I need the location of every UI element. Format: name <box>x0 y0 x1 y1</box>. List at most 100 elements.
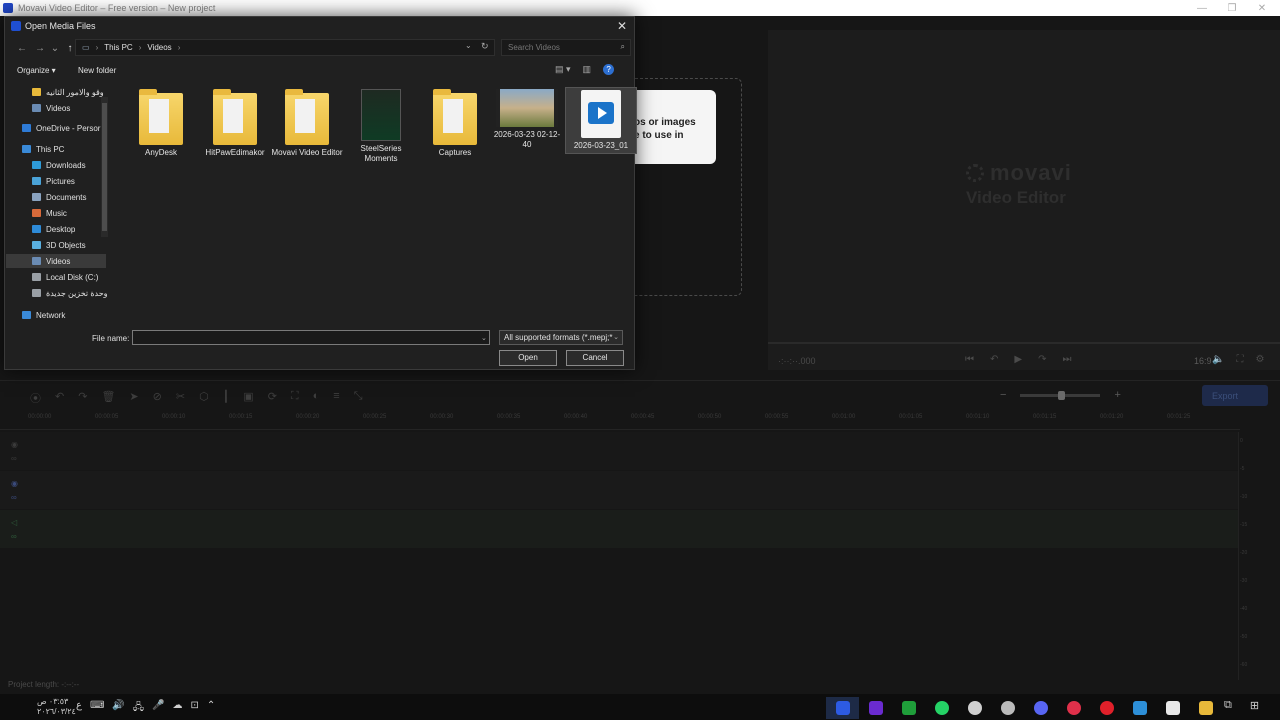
nav-item-videos[interactable]: Videos <box>6 254 106 268</box>
file-item[interactable]: 2026-03-23_01 <box>565 87 637 154</box>
taskbar-app-speed[interactable] <box>991 697 1024 719</box>
nav-item-local-disk-c[interactable]: Local Disk (C:) <box>6 270 98 284</box>
help-button[interactable]: ? <box>603 64 615 75</box>
zoom-slider[interactable] <box>1020 390 1101 400</box>
back-button[interactable]: ← <box>13 43 31 54</box>
taskbar-app-mail[interactable] <box>1123 697 1156 719</box>
play-button[interactable]: ▶ <box>1014 354 1022 365</box>
taskbar-app-opera-gx[interactable] <box>1057 697 1090 719</box>
address-dropdown-icon[interactable]: ⌄ <box>465 41 472 50</box>
breadcrumb-videos[interactable]: Videos <box>147 43 171 52</box>
taskbar-app-xbox[interactable] <box>892 697 925 719</box>
zoom-slider-handle[interactable] <box>1058 390 1066 400</box>
cloud-icon[interactable]: ☁ <box>172 700 182 717</box>
dialog-close-button[interactable]: ✕ <box>614 18 630 34</box>
link-icon[interactable]: ∞ <box>11 532 17 541</box>
blade-icon[interactable]: ⊘ <box>153 390 162 406</box>
clock[interactable]: ٠٣:٥٣ ص ٢٠٢٦/٠٣/٢٤ <box>37 697 76 717</box>
cancel-button[interactable]: Cancel <box>566 350 624 366</box>
preview-scrubber[interactable] <box>768 342 1280 344</box>
microphone-icon[interactable]: 🎤 <box>152 700 164 717</box>
file-name-dropdown-icon[interactable]: ⌄ <box>481 334 487 342</box>
split-icon[interactable]: ┃ <box>223 390 230 406</box>
color-icon[interactable]: ◐ <box>313 390 320 406</box>
file-item[interactable]: HitPawEdimakor <box>199 89 271 158</box>
address-bar[interactable]: ▭ › This PC › Videos › <box>75 39 495 56</box>
network-tray-icon[interactable]: 🖧 <box>133 700 144 717</box>
nav-item-this-pc[interactable]: This PC <box>6 142 64 156</box>
link-icon[interactable]: ∞ <box>11 493 17 502</box>
import-card[interactable]: os or images e to use in <box>630 90 716 164</box>
preview-pane-icon[interactable]: ▥ <box>583 64 592 75</box>
pointer-icon[interactable]: ➤ <box>129 390 138 406</box>
trash-icon[interactable]: 🗑 <box>101 390 115 406</box>
mask-icon[interactable]: ⬡ <box>199 390 209 406</box>
nav-item-music[interactable]: Music <box>6 206 67 220</box>
start-icon[interactable]: ⊞ <box>1250 699 1259 712</box>
zoom-out-button[interactable]: − <box>1000 389 1006 401</box>
timeline-ruler[interactable]: 00:00:00 00:00:05 00:00:10 00:00:15 00:00:20… <box>0 410 1240 430</box>
device-icon[interactable]: ⊡ <box>190 700 198 717</box>
nav-item-onedrive-persor[interactable]: OneDrive - Persor <box>6 121 100 135</box>
volume-icon[interactable]: 🔈 <box>1212 354 1224 365</box>
file-name-input[interactable] <box>132 330 490 345</box>
taskbar-app-store[interactable] <box>1156 697 1189 719</box>
taskbar-app-steam[interactable] <box>958 697 991 719</box>
nav-item-desktop[interactable]: Desktop <box>6 222 75 236</box>
taskbar-app-purple-app[interactable] <box>859 697 892 719</box>
language-indicator[interactable]: ع <box>76 700 82 717</box>
nav-item-videos[interactable]: Videos <box>6 101 70 115</box>
adjust-icon[interactable]: ≡ <box>333 390 339 406</box>
nav-item-folder[interactable]: وحدة تخزين جديدة <box>6 286 108 300</box>
keyboard-icon[interactable]: ⌨ <box>90 700 104 717</box>
aspect-ratio-select[interactable]: 16:9 <box>1194 356 1212 366</box>
file-item[interactable]: SteelSeries Moments <box>345 89 417 164</box>
timeline-track-audio[interactable]: ◁ ∞ <box>0 510 1238 548</box>
nav-item-downloads[interactable]: Downloads <box>6 158 86 172</box>
speaker-icon[interactable]: ◁ <box>11 518 17 527</box>
new-folder-button[interactable]: New folder <box>78 66 116 75</box>
chevron-up-icon[interactable]: ⌃ <box>207 700 215 717</box>
taskbar-app-discord[interactable] <box>1024 697 1057 719</box>
navigation-scrollbar-thumb[interactable] <box>102 103 107 231</box>
step-forward-button[interactable]: ↷ <box>1038 354 1046 365</box>
nav-item-folder[interactable]: وقو والامور الثانيه <box>6 85 104 99</box>
link-icon[interactable]: ∞ <box>11 454 17 463</box>
skip-start-button[interactable]: ⏮ <box>965 354 974 365</box>
export-button[interactable]: Export <box>1202 385 1268 406</box>
step-back-button[interactable]: ↶ <box>990 354 998 365</box>
crop-icon[interactable]: ⛶ <box>291 390 299 406</box>
nav-item-documents[interactable]: Documents <box>6 190 86 204</box>
file-item[interactable]: 2026-03-23 02-12-40 <box>491 89 563 150</box>
crop-frame-icon[interactable]: ▣ <box>243 390 253 406</box>
zoom-in-button[interactable]: + <box>1114 389 1120 401</box>
taskbar-app-explorer[interactable] <box>1189 697 1222 719</box>
recent-locations-button[interactable]: ⌄ <box>49 43 61 54</box>
redo-icon[interactable]: ↷ <box>78 390 87 406</box>
eye-icon[interactable]: ◉ <box>11 479 18 488</box>
task-view-icon[interactable]: ⧉ <box>1224 699 1232 712</box>
close-app-button[interactable]: ✕ <box>1244 0 1280 16</box>
nav-item-network[interactable]: Network <box>6 308 65 319</box>
timeline-track-main[interactable]: ◉ ∞ <box>0 471 1238 509</box>
timeline-track-video[interactable]: ◉ ∞ <box>0 432 1238 470</box>
open-button[interactable]: Open <box>499 350 557 366</box>
file-item[interactable]: Movavi Video Editor <box>271 89 343 158</box>
breadcrumb-this-pc[interactable]: This PC <box>104 43 132 52</box>
search-input[interactable]: Search Videos ⌕ <box>501 39 631 56</box>
volume-tray-icon[interactable]: 🔊 <box>112 700 124 717</box>
rotate-icon[interactable]: ⟳ <box>268 390 277 406</box>
record-icon[interactable]: ⦿ <box>30 390 41 406</box>
nav-item-pictures[interactable]: Pictures <box>6 174 75 188</box>
transition-icon[interactable]: ⤡ <box>354 390 363 406</box>
cut-icon[interactable]: ✂ <box>176 390 185 406</box>
forward-button[interactable]: → <box>31 43 49 54</box>
taskbar-app-whatsapp[interactable] <box>925 697 958 719</box>
view-options-icon[interactable]: ▤ ▾ <box>555 64 571 75</box>
eye-icon[interactable]: ◉ <box>11 440 18 449</box>
file-item[interactable]: Captures <box>419 89 491 158</box>
refresh-icon[interactable]: ↻ <box>481 41 489 52</box>
undo-icon[interactable]: ↶ <box>55 390 64 406</box>
nav-item-3d-objects[interactable]: 3D Objects <box>6 238 86 252</box>
settings-icon[interactable]: ⚙ <box>1255 354 1264 365</box>
